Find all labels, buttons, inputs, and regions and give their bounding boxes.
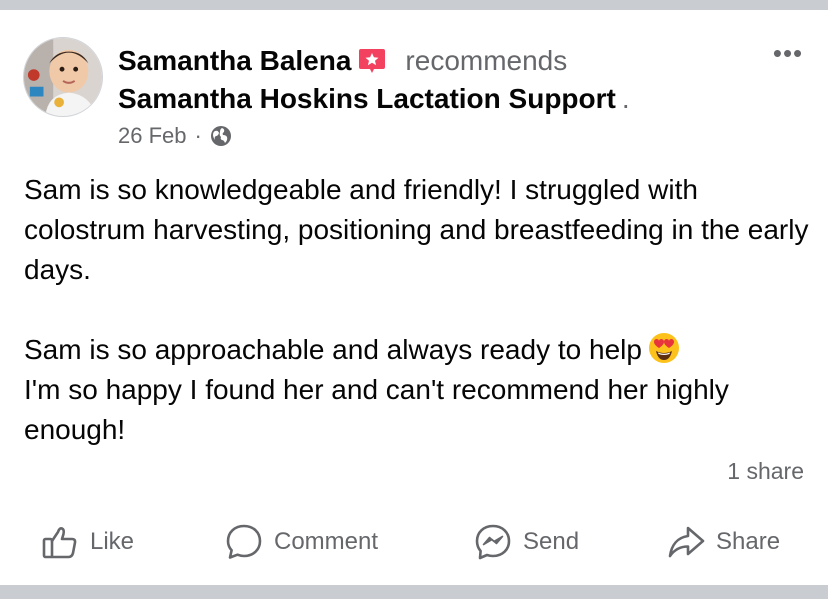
top-separator xyxy=(0,0,828,10)
recommends-label: recommends xyxy=(405,45,568,76)
share-count[interactable]: 1 share xyxy=(727,458,804,485)
globe-icon xyxy=(210,125,232,147)
recommended-page-name[interactable]: Samantha Hoskins Lactation Support xyxy=(118,83,616,115)
share-arrow-icon xyxy=(666,522,706,562)
like-button[interactable]: Like xyxy=(40,516,134,568)
post-date[interactable]: 26 Feb xyxy=(118,123,187,149)
post-actions-bar: Like Comment Send Share xyxy=(0,516,828,568)
post-paragraph-1: Sam is so knowledgeable and friendly! I … xyxy=(24,174,809,285)
send-label: Send xyxy=(523,528,580,555)
comment-button[interactable]: Comment xyxy=(224,516,378,568)
thumbs-up-icon xyxy=(40,522,80,562)
comment-label: Comment xyxy=(274,528,379,555)
post-text: Sam is so knowledgeable and friendly! I … xyxy=(24,170,814,450)
like-label: Like xyxy=(90,528,135,555)
more-options-icon: ••• xyxy=(772,38,804,68)
post-header: Samantha Balena recommends xyxy=(118,42,567,80)
messenger-icon xyxy=(473,522,513,562)
share-button[interactable]: Share xyxy=(666,516,780,568)
share-label: Share xyxy=(716,528,781,555)
more-options-button[interactable]: ••• xyxy=(766,40,810,66)
post-meta: 26 Feb · xyxy=(118,120,232,152)
recommendation-badge-icon xyxy=(357,46,387,76)
avatar[interactable] xyxy=(23,37,103,117)
post-paragraph-2-line-1: Sam is so approachable and always ready … xyxy=(24,334,642,365)
page-name-suffix: . xyxy=(621,83,630,114)
heart-eyes-emoji-icon xyxy=(648,332,680,364)
post-paragraph-2-rest: I'm so happy I found her and can't recom… xyxy=(24,374,729,445)
recommended-page-line: Samantha Hoskins Lactation Support . xyxy=(118,80,630,118)
post-paragraph-2: Sam is so approachable and always ready … xyxy=(24,330,814,450)
speech-bubble-icon xyxy=(224,522,264,562)
author-name[interactable]: Samantha Balena xyxy=(118,45,351,77)
send-button[interactable]: Send xyxy=(473,516,579,568)
meta-separator: · xyxy=(194,123,202,148)
bottom-separator xyxy=(0,585,828,599)
